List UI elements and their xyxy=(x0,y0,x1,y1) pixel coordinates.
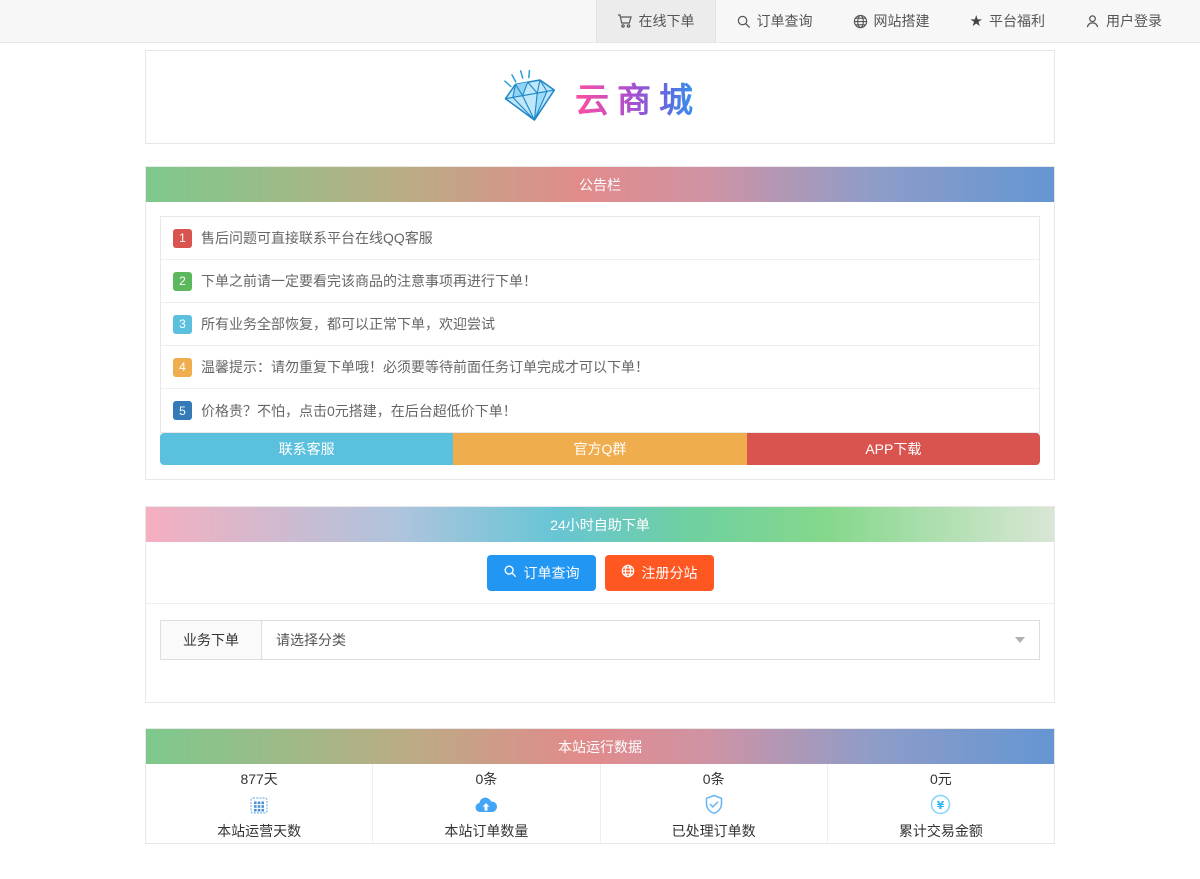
app-download-button[interactable]: APP下载 xyxy=(747,433,1040,465)
calendar-grid-icon xyxy=(249,794,269,816)
nav-item-label: 网站搭建 xyxy=(874,11,930,31)
order-query-button-label: 订单查询 xyxy=(524,563,580,583)
nav-item-order-query[interactable]: 订单查询 xyxy=(716,0,833,42)
announcement-header: 公告栏 xyxy=(146,167,1054,202)
search-icon xyxy=(736,14,751,29)
announcement-buttons: 联系客服 官方Q群 APP下载 xyxy=(160,433,1040,465)
announcement-item: 3 所有业务全部恢复，都可以正常下单，欢迎尝试 xyxy=(161,303,1039,346)
chevron-down-icon xyxy=(1015,637,1025,643)
announcement-text: 价格贵？不怕，点击0元搭建，在后台超低价下单！ xyxy=(201,401,517,421)
stat-value: 877天 xyxy=(240,769,277,789)
yen-circle-icon: ¥ xyxy=(930,794,951,816)
nav-item-platform-benefits[interactable]: ★ 平台福利 xyxy=(950,0,1065,42)
stat-value: 0元 xyxy=(930,769,952,789)
announcement-number-badge: 5 xyxy=(173,401,192,420)
site-stats-panel: 本站运行数据 877天 本站运营天数 0条 xyxy=(145,728,1055,844)
announcement-text: 售后问题可直接联系平台在线QQ客服 xyxy=(201,228,433,248)
nav-item-label: 订单查询 xyxy=(757,11,813,31)
stat-label: 本站订单数量 xyxy=(444,821,528,841)
category-select[interactable]: 请选择分类 xyxy=(262,620,1040,660)
stat-processed-orders: 0条 已处理订单数 xyxy=(601,764,828,843)
business-order-label: 业务下单 xyxy=(160,620,262,660)
announcement-number-badge: 1 xyxy=(173,229,192,248)
official-qq-group-button[interactable]: 官方Q群 xyxy=(453,433,746,465)
stat-label: 本站运营天数 xyxy=(217,821,301,841)
stat-label: 累计交易金额 xyxy=(899,821,983,841)
nav-item-label: 平台福利 xyxy=(989,11,1045,31)
diamond-icon xyxy=(499,67,561,128)
register-substation-button-label: 注册分站 xyxy=(642,563,698,583)
announcement-item: 5 价格贵？不怕，点击0元搭建，在后台超低价下单！ xyxy=(161,389,1039,432)
announcement-text: 下单之前请一定要看完该商品的注意事项再进行下单！ xyxy=(201,271,537,291)
cloud-upload-icon xyxy=(474,794,498,816)
register-substation-button[interactable]: 注册分站 xyxy=(605,555,714,591)
stat-order-count: 0条 本站订单数量 xyxy=(373,764,600,843)
stat-value: 0条 xyxy=(703,769,725,789)
announcement-panel: 公告栏 1 售后问题可直接联系平台在线QQ客服 2 下单之前请一定要看完该商品的… xyxy=(145,166,1055,480)
user-icon xyxy=(1085,14,1100,29)
order-query-button[interactable]: 订单查询 xyxy=(487,555,596,591)
stat-value: 0条 xyxy=(475,769,497,789)
self-order-actions: 订单查询 注册分站 xyxy=(146,542,1054,604)
announcement-item: 1 售后问题可直接联系平台在线QQ客服 xyxy=(161,217,1039,260)
announcement-text: 温馨提示：请勿重复下单哦！必须要等待前面任务订单完成才可以下单！ xyxy=(201,357,649,377)
nav-item-user-login[interactable]: 用户登录 xyxy=(1065,0,1182,42)
business-order-section: 业务下单 请选择分类 xyxy=(146,604,1054,702)
top-nav: 在线下单 订单查询 网站搭建 ★ 平台福利 用户登录 xyxy=(0,0,1200,43)
globe-icon xyxy=(621,564,635,581)
announcement-text: 所有业务全部恢复，都可以正常下单，欢迎尝试 xyxy=(201,314,495,334)
nav-item-label: 在线下单 xyxy=(639,11,695,31)
search-icon xyxy=(503,564,517,581)
site-title: 云商城 xyxy=(575,73,701,122)
shield-check-icon xyxy=(704,794,724,816)
announcement-item: 2 下单之前请一定要看完该商品的注意事项再进行下单！ xyxy=(161,260,1039,303)
site-stats-row: 877天 本站运营天数 0条 xyxy=(146,764,1054,843)
logo-card: 云商城 xyxy=(145,50,1055,144)
stat-label: 已处理订单数 xyxy=(672,821,756,841)
announcement-number-badge: 2 xyxy=(173,272,192,291)
self-order-header: 24小时自助下单 xyxy=(146,507,1054,542)
svg-text:¥: ¥ xyxy=(937,799,945,812)
site-stats-header: 本站运行数据 xyxy=(146,729,1054,764)
nav-item-label: 用户登录 xyxy=(1106,11,1162,31)
nav-item-online-order[interactable]: 在线下单 xyxy=(596,0,716,42)
announcement-item: 4 温馨提示：请勿重复下单哦！必须要等待前面任务订单完成才可以下单！ xyxy=(161,346,1039,389)
self-order-panel: 24小时自助下单 订单查询 注册分站 业 xyxy=(145,506,1055,703)
globe-icon xyxy=(853,14,868,29)
cart-icon xyxy=(617,13,633,29)
announcement-list: 1 售后问题可直接联系平台在线QQ客服 2 下单之前请一定要看完该商品的注意事项… xyxy=(160,216,1040,433)
category-select-value: 请选择分类 xyxy=(276,630,346,650)
stat-total-transactions: 0元 ¥ 累计交易金额 xyxy=(828,764,1054,843)
announcement-number-badge: 3 xyxy=(173,315,192,334)
contact-support-button[interactable]: 联系客服 xyxy=(160,433,453,465)
nav-item-site-build[interactable]: 网站搭建 xyxy=(833,0,950,42)
stat-operating-days: 877天 本站运营天数 xyxy=(146,764,373,843)
star-icon: ★ xyxy=(970,14,983,29)
announcement-number-badge: 4 xyxy=(173,358,192,377)
